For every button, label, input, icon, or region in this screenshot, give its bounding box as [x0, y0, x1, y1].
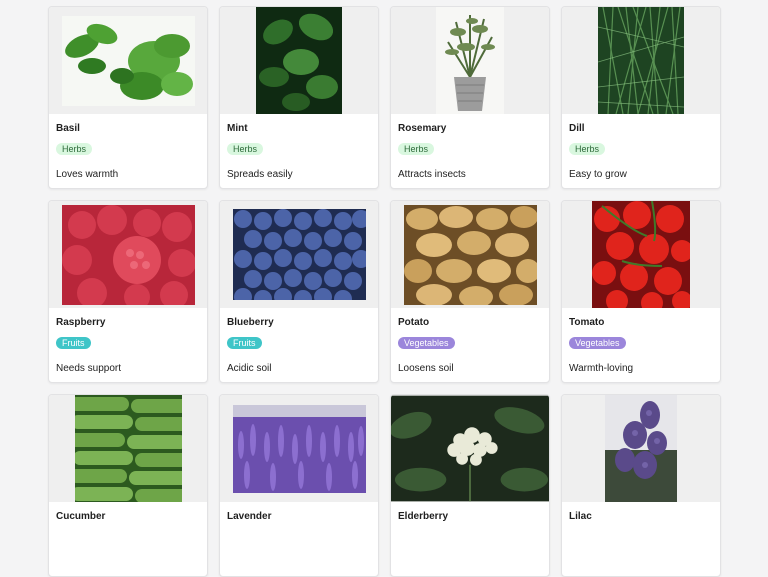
plant-note: Attracts insects	[398, 169, 466, 180]
plant-name: Dill	[569, 123, 585, 134]
plant-note: Spreads easily	[227, 169, 293, 180]
plant-card-potato[interactable]: Potato Vegetables Loosens soil	[390, 200, 550, 383]
plant-name: Blueberry	[227, 317, 274, 328]
card-media	[391, 7, 549, 114]
lavender-photo	[232, 404, 366, 493]
plant-name: Cucumber	[56, 511, 106, 522]
card-media	[220, 201, 378, 308]
card-media	[562, 201, 720, 308]
plant-name: Mint	[227, 123, 248, 134]
raspberry-photo	[61, 204, 195, 305]
plant-card-lavender[interactable]: Lavender	[219, 394, 379, 577]
card-media	[391, 395, 549, 502]
plant-name: Potato	[398, 317, 430, 328]
card-media	[49, 201, 207, 308]
card-media	[49, 7, 207, 114]
plant-name: Raspberry	[56, 317, 106, 328]
plant-card-cucumber[interactable]: Cucumber	[48, 394, 208, 577]
plant-note: Needs support	[56, 363, 122, 374]
category-badge: Herbs	[227, 143, 264, 155]
tomato-photo	[592, 201, 690, 308]
category-badge: Vegetables	[398, 337, 455, 349]
dill-photo	[598, 7, 684, 114]
plant-name: Rosemary	[398, 123, 447, 134]
lilac-photo	[605, 395, 677, 502]
rosemary-photo	[436, 7, 504, 114]
plant-card-rosemary[interactable]: Rosemary Herbs Attracts insects	[390, 6, 550, 189]
card-media	[220, 395, 378, 502]
card-media	[391, 201, 549, 308]
plant-card-blueberry[interactable]: Blueberry Fruits Acidic soil	[219, 200, 379, 383]
category-badge: Herbs	[569, 143, 606, 155]
plant-note: Easy to grow	[569, 169, 627, 180]
plant-card-dill[interactable]: Dill Herbs Easy to grow	[561, 6, 721, 189]
plant-card-mint[interactable]: Mint Herbs Spreads easily	[219, 6, 379, 189]
cucumber-photo	[74, 395, 182, 502]
plant-note: Loosens soil	[398, 363, 454, 374]
plant-name: Lavender	[227, 511, 272, 522]
category-badge: Vegetables	[569, 337, 626, 349]
plant-note: Acidic soil	[227, 363, 272, 374]
plant-card-basil[interactable]: Basil Herbs Loves warmth	[48, 6, 208, 189]
mint-photo	[256, 7, 342, 114]
plant-name: Tomato	[569, 317, 605, 328]
plant-card-lilac[interactable]: Lilac	[561, 394, 721, 577]
blueberry-photo	[232, 209, 366, 300]
plant-card-grid: Basil Herbs Loves warmth Mint Herbs Spre…	[48, 6, 721, 577]
plant-name: Basil	[56, 123, 80, 134]
card-media	[220, 7, 378, 114]
category-badge: Herbs	[398, 143, 435, 155]
category-badge: Herbs	[56, 143, 93, 155]
potato-photo	[403, 204, 537, 305]
plant-card-raspberry[interactable]: Raspberry Fruits Needs support	[48, 200, 208, 383]
card-media	[562, 7, 720, 114]
plant-name: Elderberry	[398, 511, 449, 522]
plant-note: Warmth-loving	[569, 363, 634, 374]
plant-card-tomato[interactable]: Tomato Vegetables Warmth-loving	[561, 200, 721, 383]
category-badge: Fruits	[227, 337, 262, 349]
card-media	[49, 395, 207, 502]
plant-name: Lilac	[569, 511, 592, 522]
plant-card-elderberry[interactable]: Elderberry	[390, 394, 550, 577]
category-badge: Fruits	[56, 337, 91, 349]
card-media	[562, 395, 720, 502]
elderberry-photo	[391, 395, 549, 502]
basil-photo	[61, 15, 195, 106]
plant-note: Loves warmth	[56, 169, 119, 180]
